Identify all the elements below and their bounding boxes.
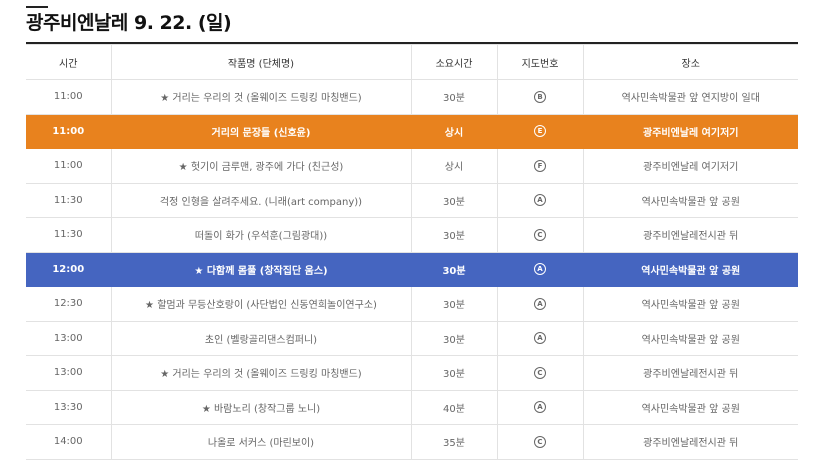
cell-time: 14:00 <box>26 424 112 460</box>
cell-duration: 상시 <box>410 113 498 149</box>
cell-time: 13:00 <box>26 320 112 356</box>
cell-map-number: A <box>496 182 584 218</box>
cell-duration: 30분 <box>410 217 498 253</box>
table-header-row: 시간 작품명 (단체명) 소요시간 지도번호 장소 <box>26 44 798 80</box>
map-marker-icon: A <box>534 401 546 414</box>
cell-work: ★ 바람노리 (창작그룹 노니) <box>110 389 412 425</box>
cell-work: ★ 할멈과 무등산호랑이 (사단법인 신동연희놀이연구소) <box>110 286 412 322</box>
cell-time: 13:30 <box>26 389 112 425</box>
cell-work: ★ 거리는 우리의 것 (올웨이즈 드링킹 마칭밴드) <box>110 79 412 115</box>
cell-map-number: A <box>496 251 584 287</box>
cell-work: 거리의 문장들 (신호윤) <box>110 113 412 149</box>
cell-place: 역사민속박물관 앞 공원 <box>582 389 798 425</box>
cell-place: 광주비엔날레전시관 뒤 <box>582 424 798 460</box>
cell-time: 11:00 <box>26 113 112 149</box>
cell-duration: 40분 <box>410 389 498 425</box>
cell-duration: 35분 <box>410 424 498 460</box>
header-time: 시간 <box>26 44 112 80</box>
table-row: 11:00 거리의 문장들 (신호윤) 상시 E 광주비엔날레 여기저기 <box>26 113 798 149</box>
table-row: 11:30 걱정 인형을 살려주세요. (니래(art company)) 30분 A… <box>26 182 798 218</box>
header-place: 장소 <box>582 44 798 80</box>
cell-duration: 30분 <box>410 355 498 391</box>
cell-map-number: A <box>496 286 584 322</box>
cell-work: 나올로 서커스 (마린보이) <box>110 424 412 460</box>
cell-duration: 30분 <box>410 320 498 356</box>
cell-work: ★ 다함께 몸풀 (창작집단 움스) <box>110 251 412 287</box>
cell-work: ★ 거리는 우리의 것 (올웨이즈 드링킹 마칭밴드) <box>110 355 412 391</box>
cell-duration: 30분 <box>410 286 498 322</box>
cell-place: 역사민속박물관 앞 공원 <box>582 320 798 356</box>
map-marker-icon: E <box>534 125 546 138</box>
cell-time: 11:00 <box>26 79 112 115</box>
table-row: 13:00 ★ 거리는 우리의 것 (올웨이즈 드링킹 마칭밴드) 30분 C 광주비엔… <box>26 355 798 391</box>
table-row: 12:00 ★ 다함께 몸풀 (창작집단 움스) 30분 A 역사민속박물관 앞 공원 <box>26 251 798 287</box>
header-duration: 소요시간 <box>410 44 498 80</box>
cell-map-number: A <box>496 320 584 356</box>
cell-work: 떠돌이 화가 (우석훈(그림광대)) <box>110 217 412 253</box>
cell-place: 광주비엔날레 여기저기 <box>582 148 798 184</box>
cell-time: 11:30 <box>26 182 112 218</box>
cell-duration: 30분 <box>410 182 498 218</box>
map-marker-icon: A <box>534 194 546 207</box>
map-marker-icon: F <box>534 159 546 172</box>
header-map-number: 지도번호 <box>496 44 584 80</box>
cell-place: 역사민속박물관 앞 공원 <box>582 182 798 218</box>
cell-duration: 30분 <box>410 79 498 115</box>
table-row: 11:00 ★ 헛기이 금루맨, 광주에 가다 (친근성) 상시 F 광주비엔날레 여기… <box>26 148 798 184</box>
map-marker-icon: C <box>534 228 546 241</box>
cell-time: 11:30 <box>26 217 112 253</box>
cell-place: 광주비엔날레전시관 뒤 <box>582 355 798 391</box>
map-marker-icon: C <box>534 435 546 448</box>
map-marker-icon: A <box>534 297 546 310</box>
header-work: 작품명 (단체명) <box>110 44 412 80</box>
table-row: 11:00 ★ 거리는 우리의 것 (올웨이즈 드링킹 마칭밴드) 30분 B 역사민속… <box>26 79 798 115</box>
cell-work: 걱정 인형을 살려주세요. (니래(art company)) <box>110 182 412 218</box>
table-row: 11:30 떠돌이 화가 (우석훈(그림광대)) 30분 C 광주비엔날레전시관 뒤 <box>26 217 798 253</box>
table-row: 14:00 나올로 서커스 (마린보이) 35분 C 광주비엔날레전시관 뒤 <box>26 424 798 460</box>
cell-map-number: F <box>496 148 584 184</box>
cell-map-number: E <box>496 113 584 149</box>
schedule-table: 시간 작품명 (단체명) 소요시간 지도번호 장소 11:00 ★ 거리는 우리의… <box>26 44 798 460</box>
cell-map-number: A <box>496 389 584 425</box>
cell-time: 12:00 <box>26 251 112 287</box>
cell-time: 11:00 <box>26 148 112 184</box>
cell-place: 광주비엔날레전시관 뒤 <box>582 217 798 253</box>
map-marker-icon: A <box>534 332 546 345</box>
cell-place: 역사민속박물관 앞 공원 <box>582 251 798 287</box>
cell-work: 초인 (벨랑골리댄스컴퍼니) <box>110 320 412 356</box>
table-row: 13:00 초인 (벨랑골리댄스컴퍼니) 30분 A 역사민속박물관 앞 공원 <box>26 320 798 356</box>
map-marker-icon: C <box>534 366 546 379</box>
cell-place: 광주비엔날레 여기저기 <box>582 113 798 149</box>
cell-work: ★ 헛기이 금루맨, 광주에 가다 (친근성) <box>110 148 412 184</box>
cell-time: 13:00 <box>26 355 112 391</box>
map-marker-icon: B <box>534 90 546 103</box>
cell-map-number: C <box>496 217 584 253</box>
cell-place: 역사민속박물관 앞 연지방이 일대 <box>582 79 798 115</box>
table-row: 13:30 ★ 바람노리 (창작그룹 노니) 40분 A 역사민속박물관 앞 공원 <box>26 389 798 425</box>
schedule-table-body: 11:00 ★ 거리는 우리의 것 (올웨이즈 드링킹 마칭밴드) 30분 B 역사민속… <box>26 79 798 460</box>
cell-duration: 상시 <box>410 148 498 184</box>
cell-place: 역사민속박물관 앞 공원 <box>582 286 798 322</box>
schedule-table-wrap: 시간 작품명 (단체명) 소요시간 지도번호 장소 11:00 ★ 거리는 우리의… <box>26 42 798 460</box>
map-marker-icon: A <box>534 263 546 276</box>
cell-time: 12:30 <box>26 286 112 322</box>
cell-map-number: C <box>496 355 584 391</box>
cell-duration: 30분 <box>410 251 498 287</box>
schedule-page: 광주비엔날레 9. 22. (일) 시간 작품명 (단체명) 소요시간 지도번호… <box>0 0 828 460</box>
table-row: 12:30 ★ 할멈과 무등산호랑이 (사단법인 신동연희놀이연구소) 30분 A 역사… <box>26 286 798 322</box>
page-title: 광주비엔날레 9. 22. (일) <box>26 12 232 34</box>
cell-map-number: B <box>496 79 584 115</box>
cell-map-number: C <box>496 424 584 460</box>
